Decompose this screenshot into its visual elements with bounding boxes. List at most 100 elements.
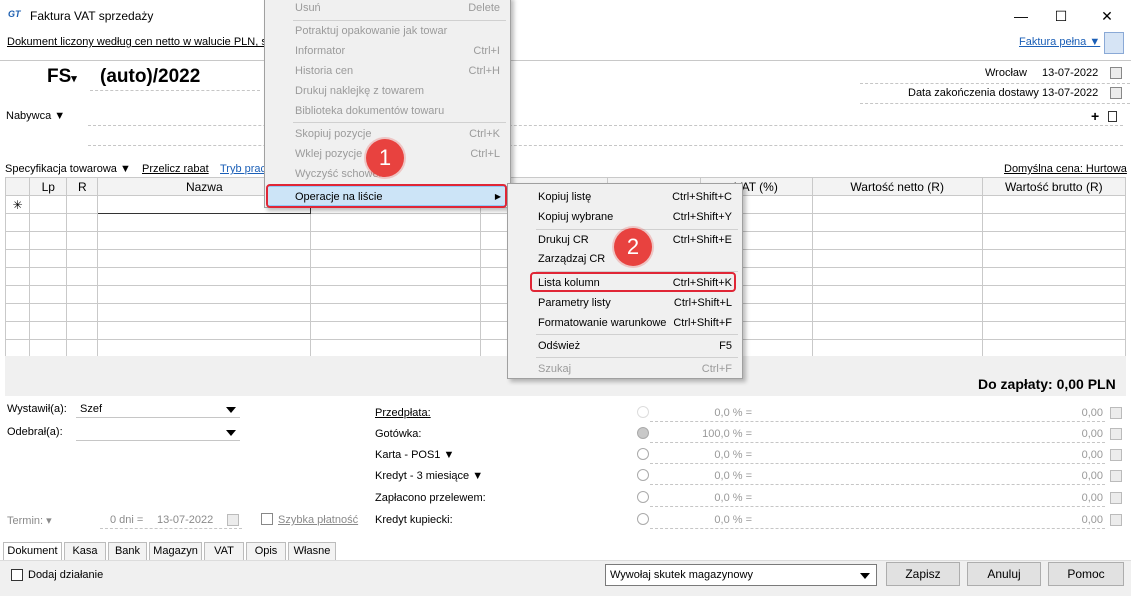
menu-item-drukuj-naklejke[interactable]: Drukuj naklejkę z towarem — [265, 81, 510, 101]
menu-item-opakowanie[interactable]: Potraktuj opakowanie jak towar — [265, 21, 510, 41]
delivery-date-field[interactable]: 13-07-2022 — [1042, 87, 1098, 99]
calculator-icon[interactable] — [1110, 470, 1122, 482]
calculator-icon[interactable] — [1110, 407, 1122, 419]
term-dropdown[interactable]: Termin: ▾ — [7, 514, 52, 527]
payment-amount[interactable]: 0,00 — [1000, 470, 1103, 482]
calendar-icon[interactable] — [227, 514, 239, 526]
tab-wlasne[interactable]: Własne — [288, 542, 336, 560]
default-price[interactable]: Domyślna cena: Hurtowa — [1004, 163, 1127, 175]
tab-kasa[interactable]: Kasa — [64, 542, 106, 560]
payment-row-line — [650, 506, 1105, 507]
close-icon[interactable]: ✕ — [1097, 6, 1117, 26]
mode-link[interactable]: Tryb prac — [220, 163, 266, 175]
minimize-icon[interactable]: — — [1011, 6, 1031, 26]
payment-percent[interactable]: 0,0 % = — [660, 514, 752, 526]
col-header-brutto[interactable]: Wartość brutto (R) — [981, 177, 1127, 196]
menu-item-historia-cen[interactable]: Historia cen Ctrl+H — [265, 61, 510, 81]
menu-item-biblioteka[interactable]: Biblioteka dokumentów towaru — [265, 101, 510, 121]
payment-percent[interactable]: 0,0 % = — [660, 492, 752, 504]
payment-percent[interactable]: 0,0 % = — [660, 470, 752, 482]
payment-amount[interactable]: 0,00 — [1000, 449, 1103, 461]
col-header-r[interactable]: R — [66, 177, 99, 196]
payment-radio[interactable] — [637, 469, 649, 481]
city-field[interactable]: Wrocław — [985, 67, 1027, 79]
tab-vat[interactable]: VAT — [204, 542, 244, 560]
menu-item-kopiuj-wybrane[interactable]: Kopiuj wybrane Ctrl+Shift+Y — [508, 207, 742, 227]
calendar-icon[interactable] — [1110, 87, 1122, 99]
date-field[interactable]: 13-07-2022 — [1042, 67, 1098, 79]
spec-dropdown[interactable]: Specyfikacja towarowa ▼ — [5, 163, 131, 175]
payment-radio[interactable] — [637, 448, 649, 460]
list-icon[interactable] — [1108, 111, 1117, 122]
col-header-netto[interactable]: Wartość netto (R) — [811, 177, 983, 196]
menu-item-shortcut: F5 — [719, 340, 732, 352]
doc-number[interactable]: (auto)/2022 — [100, 66, 200, 88]
add-buyer-icon[interactable]: + — [1091, 108, 1099, 124]
menu-item-odswiez[interactable]: Odśwież F5 — [508, 336, 742, 356]
buyer-underline — [88, 125, 1123, 126]
payment-radio[interactable] — [637, 513, 649, 525]
payment-label[interactable]: Przedpłata: — [375, 407, 431, 419]
save-button[interactable]: Zapisz — [886, 562, 960, 586]
help-button[interactable]: Pomoc — [1048, 562, 1124, 586]
cancel-button[interactable]: Anuluj — [967, 562, 1041, 586]
menu-item-szukaj[interactable]: Szukaj Ctrl+F — [508, 359, 742, 379]
buyer-label: Nabywca — [6, 110, 52, 122]
menu-item-label: Drukuj naklejkę z towarem — [295, 85, 424, 97]
menu-item-shortcut: Ctrl+K — [469, 128, 500, 140]
chevron-down-icon[interactable] — [226, 430, 236, 436]
quick-pay-label[interactable]: Szybka płatność — [278, 514, 358, 526]
currency-info[interactable]: Dokument liczony według cen netto w walu… — [7, 36, 273, 48]
payment-amount[interactable]: 0,00 — [1000, 514, 1103, 526]
payment-percent[interactable]: 0,0 % = — [660, 407, 752, 419]
menu-item-parametry-listy[interactable]: Parametry listy Ctrl+Shift+L — [508, 293, 742, 313]
payment-percent[interactable]: 0,0 % = — [660, 449, 752, 461]
tab-bank[interactable]: Bank — [108, 542, 147, 560]
payment-amount[interactable]: 0,00 — [1000, 428, 1103, 440]
menu-item-kopiuj-liste[interactable]: Kopiuj listę Ctrl+Shift+C — [508, 187, 742, 207]
menu-item-shortcut: Ctrl+F — [701, 363, 732, 375]
calculator-icon[interactable] — [1110, 428, 1122, 440]
payment-amount[interactable]: 0,00 — [1000, 492, 1103, 504]
payment-radio[interactable] — [637, 491, 649, 503]
payment-percent[interactable]: 100,0 % = — [660, 428, 752, 440]
payment-amount[interactable]: 0,00 — [1000, 407, 1103, 419]
calculator-icon[interactable] — [1110, 449, 1122, 461]
doc-type[interactable]: FS▾ — [47, 66, 77, 88]
menu-item-usun[interactable]: Usuń Delete — [265, 0, 510, 18]
document-icon[interactable] — [1104, 32, 1124, 54]
payment-row-line — [650, 421, 1105, 422]
warehouse-select[interactable]: Wywołaj skutek magazynowy — [605, 564, 877, 586]
payment-radio[interactable] — [637, 406, 649, 418]
issued-value[interactable]: Szef — [80, 403, 102, 415]
tab-opis[interactable]: Opis — [246, 542, 286, 560]
menu-item-label: Skopiuj pozycje — [295, 128, 372, 140]
payment-dropdown[interactable]: Karta - POS1 ▼ — [375, 449, 454, 461]
chevron-down-icon — [860, 573, 870, 579]
menu-item-informator[interactable]: Informator Ctrl+I — [265, 41, 510, 61]
menu-item-label: Parametry listy — [538, 297, 611, 309]
menu-item-shortcut: Ctrl+Shift+Y — [672, 211, 732, 223]
received-label: Odebrał(a): — [7, 426, 63, 438]
buyer-dropdown[interactable]: Nabywca ▼ — [6, 110, 65, 122]
chevron-down-icon[interactable] — [226, 407, 236, 413]
faktura-type-link[interactable]: Faktura pełna ▼ — [1019, 36, 1100, 48]
payment-dropdown[interactable]: Kredyt - 3 miesiące ▼ — [375, 470, 483, 482]
recalc-discount-link[interactable]: Przelicz rabat — [142, 163, 209, 175]
maximize-icon[interactable]: ☐ — [1051, 6, 1071, 26]
highlight-box-operacje — [266, 184, 507, 208]
tab-dokument[interactable]: Dokument — [3, 542, 62, 560]
term-date[interactable]: 13-07-2022 — [157, 514, 213, 526]
payment-radio[interactable] — [637, 427, 649, 439]
add-action-checkbox[interactable] — [11, 569, 23, 581]
col-header-lp[interactable]: Lp — [29, 177, 68, 196]
calculator-icon[interactable] — [1110, 492, 1122, 504]
quick-pay-checkbox[interactable] — [261, 513, 273, 525]
received-combo — [76, 440, 240, 441]
term-days[interactable]: 0 dni = — [110, 514, 143, 526]
calculator-icon[interactable] — [1110, 514, 1122, 526]
term-label: Termin: — [7, 515, 44, 527]
calendar-icon[interactable] — [1110, 67, 1122, 79]
menu-item-formatowanie[interactable]: Formatowanie warunkowe Ctrl+Shift+F — [508, 313, 742, 333]
tab-magazyn[interactable]: Magazyn — [149, 542, 202, 560]
